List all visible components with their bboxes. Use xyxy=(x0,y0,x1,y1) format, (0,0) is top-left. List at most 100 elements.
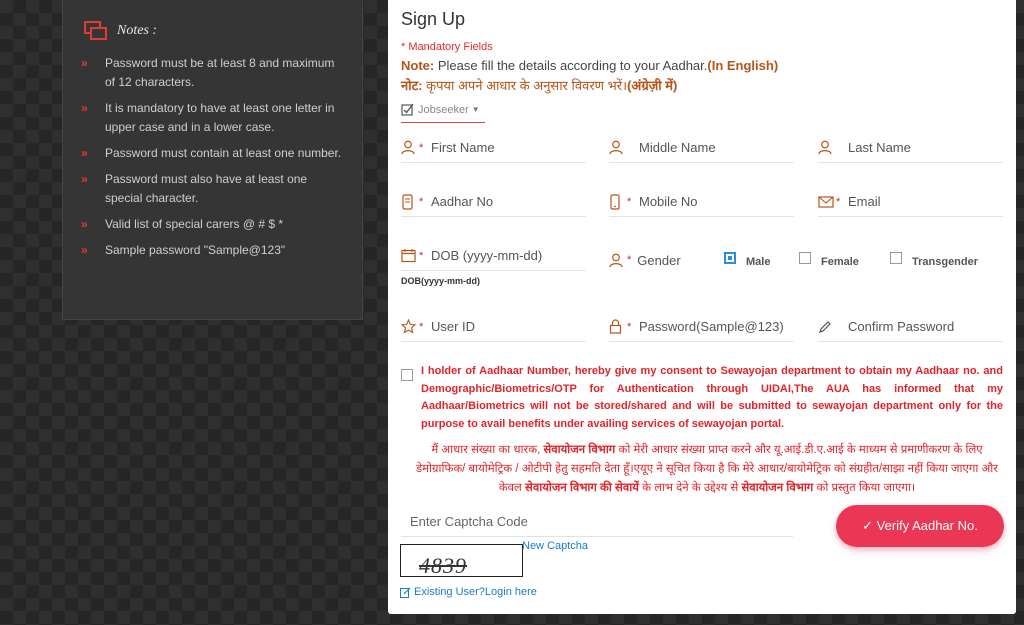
envelope-icon xyxy=(818,195,836,208)
captcha-placeholder: Enter Captcha Code xyxy=(410,514,528,529)
checkbox[interactable] xyxy=(799,252,811,264)
middle-name-field[interactable]: Middle Name xyxy=(609,133,794,163)
gender-option-female[interactable]: Female xyxy=(799,248,859,268)
existing-user-label: Existing User?Login here xyxy=(414,586,537,598)
dob-placeholder: DOB (yyyy-mm-dd) xyxy=(431,248,543,263)
note-item: » Password must also have at least one sp… xyxy=(81,170,344,208)
note-hindi-label: नोट: xyxy=(401,78,423,93)
required-star: * xyxy=(627,195,632,208)
id-card-icon xyxy=(401,193,419,210)
password-field[interactable]: * Password(Sample@123) xyxy=(609,312,794,342)
note-text: Sample password "Sample@123" xyxy=(105,243,286,257)
mobile-no-placeholder: Mobile No xyxy=(639,194,698,209)
required-star: * xyxy=(627,320,632,333)
gender-label-group: * Gender xyxy=(609,245,681,275)
confirm-password-field[interactable]: Confirm Password xyxy=(818,312,1003,342)
note-text: Valid list of special carers @ # $ * xyxy=(105,217,284,231)
aadhar-no-placeholder: Aadhar No xyxy=(431,194,494,209)
consent-checkbox[interactable] xyxy=(401,369,413,381)
gender-option-label: Transgender xyxy=(912,256,979,268)
note-item: » Sample password "Sample@123" xyxy=(81,241,344,260)
checkbox-checked[interactable] xyxy=(724,252,736,264)
double-chevron-right-icon: » xyxy=(81,56,88,70)
user-icon xyxy=(818,140,836,155)
user-type-value: Jobseeker xyxy=(418,103,469,116)
page-title: Sign Up xyxy=(401,9,466,29)
consent-hindi-bold: सेवायोजन विभाग की सेवायें xyxy=(525,482,639,494)
note-text: It is mandatory to have at least one let… xyxy=(105,101,335,134)
note-hindi-bold: (अंग्रेज़ी में) xyxy=(627,78,678,93)
note-hindi-text: कृपया अपने आधार के अनुसार विवरण भरें। xyxy=(422,78,628,93)
password-placeholder: Password(Sample@123) xyxy=(639,319,784,334)
notes-header: Notes : xyxy=(83,20,344,42)
gender-option-label: Female xyxy=(821,256,859,268)
user-id-field[interactable]: * User ID xyxy=(401,312,586,342)
note-text: Password must be at least 8 and maximum … xyxy=(105,56,335,89)
captcha-image: 4839 xyxy=(400,544,523,577)
note-text: Password must contain at least one numbe… xyxy=(105,146,342,160)
note-text: Password must also have at least one spe… xyxy=(105,172,308,205)
dob-field[interactable]: * DOB (yyyy-mm-dd) xyxy=(401,241,586,271)
notes-panel: Notes : » Password must be at least 8 and… xyxy=(62,0,363,320)
mobile-no-field[interactable]: * Mobile No xyxy=(609,187,794,217)
last-name-placeholder: Last Name xyxy=(848,140,911,155)
gender-option-label: Male xyxy=(746,256,771,268)
consent-text-hindi: मैं आधार संख्या का धारक, सेवायोजन विभाग … xyxy=(406,441,1008,498)
email-placeholder: Email xyxy=(848,194,881,209)
note-item: » Password must contain at least one numb… xyxy=(81,144,344,163)
required-star: * xyxy=(419,320,424,333)
confirm-password-placeholder: Confirm Password xyxy=(848,319,955,334)
notes-list: » Password must be at least 8 and maximum… xyxy=(81,54,344,260)
lock-icon xyxy=(609,319,627,334)
required-star: * xyxy=(419,249,424,262)
aadhar-no-field[interactable]: * Aadhar No xyxy=(401,187,586,217)
middle-name-placeholder: Middle Name xyxy=(639,140,716,155)
double-chevron-right-icon: » xyxy=(81,146,88,160)
note-label: Note: xyxy=(401,58,435,73)
required-star: * xyxy=(419,195,424,208)
note-item: » Password must be at least 8 and maximum… xyxy=(81,54,344,92)
dob-format-hint: DOB(yyyy-mm-dd) xyxy=(401,276,481,286)
double-chevron-right-icon: » xyxy=(81,101,88,115)
consent-hindi-bold: सेवायोजन विभाग xyxy=(741,482,814,494)
gender-option-male[interactable]: Male xyxy=(724,248,770,268)
required-star: * xyxy=(627,254,632,266)
user-id-placeholder: User ID xyxy=(431,319,476,334)
notes-title: Notes : xyxy=(117,23,158,38)
double-chevron-right-icon: » xyxy=(81,172,88,186)
calendar-icon xyxy=(401,248,419,263)
verify-aadhar-button[interactable]: ✓ Verify Aadhar No. xyxy=(836,505,1004,547)
required-star: * xyxy=(836,195,841,208)
signup-card: Sign Up * Mandatory Fields Note: Please … xyxy=(388,0,1016,614)
mandatory-fields-note: * Mandatory Fields xyxy=(401,41,493,53)
captcha-text: 4839 xyxy=(419,553,467,577)
user-icon xyxy=(401,140,419,155)
user-type-select[interactable]: Jobseeker ▼ xyxy=(401,103,485,123)
first-name-placeholder: First Name xyxy=(431,140,495,155)
first-name-field[interactable]: * First Name xyxy=(401,133,586,163)
captcha-input[interactable]: Enter Captcha Code xyxy=(401,507,793,537)
existing-user-login-link[interactable]: Existing User?Login here xyxy=(400,586,537,598)
user-icon xyxy=(609,253,627,268)
note-item: » It is mandatory to have at least one le… xyxy=(81,99,344,137)
email-field[interactable]: * Email xyxy=(818,187,1003,217)
gender-option-transgender[interactable]: Transgender xyxy=(890,248,978,268)
pencil-icon xyxy=(818,320,836,334)
note-item: » Valid list of special carers @ # $ * xyxy=(81,215,344,234)
checkbox-edit-icon xyxy=(401,103,414,116)
chevron-down-icon: ▼ xyxy=(471,105,480,114)
checkbox[interactable] xyxy=(890,252,902,264)
consent-hindi-bold: सेवायोजन विभाग xyxy=(543,444,616,456)
consent-hindi-part: को प्रस्तुत किया जाएगा। xyxy=(813,482,916,494)
note-text: Please fill the details according to you… xyxy=(434,58,708,73)
notes-icon xyxy=(83,20,109,42)
double-chevron-right-icon: » xyxy=(81,217,88,231)
user-icon xyxy=(609,140,627,155)
double-chevron-right-icon: » xyxy=(81,243,88,257)
aadhar-note-hindi: नोट: कृपया अपने आधार के अनुसार विवरण भरे… xyxy=(401,76,677,94)
new-captcha-link[interactable]: New Captcha xyxy=(522,540,588,552)
consent-text-english: I holder of Aadhaar Number, hereby give … xyxy=(421,365,1003,430)
last-name-field[interactable]: Last Name xyxy=(818,133,1003,163)
consent-hindi-part: मैं आधार संख्या का धारक, xyxy=(431,444,544,456)
required-star: * xyxy=(419,141,424,154)
